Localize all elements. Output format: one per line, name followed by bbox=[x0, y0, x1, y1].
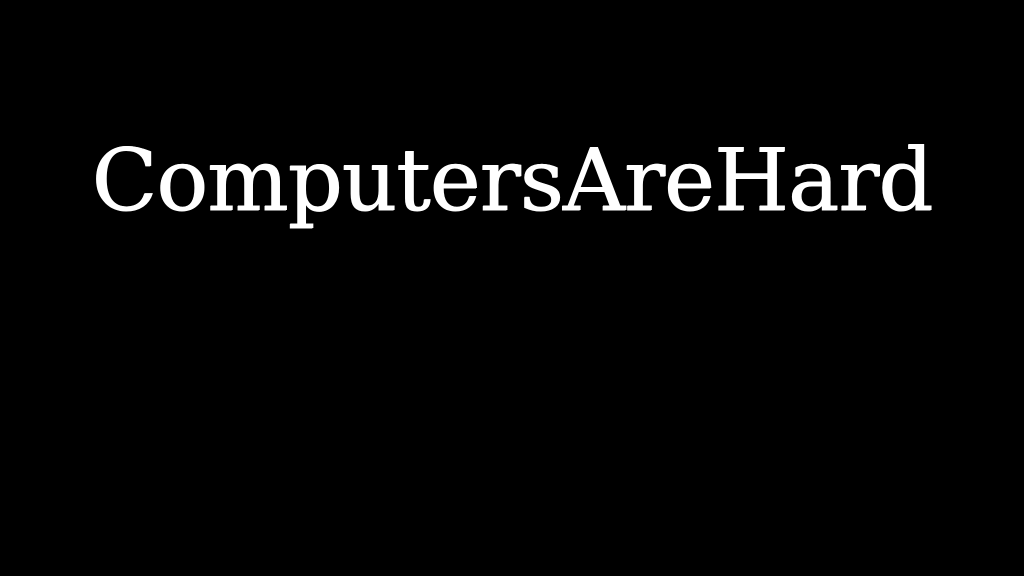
title-slide: ComputersAreHard bbox=[0, 0, 1024, 576]
slide-title: ComputersAreHard bbox=[91, 131, 934, 231]
